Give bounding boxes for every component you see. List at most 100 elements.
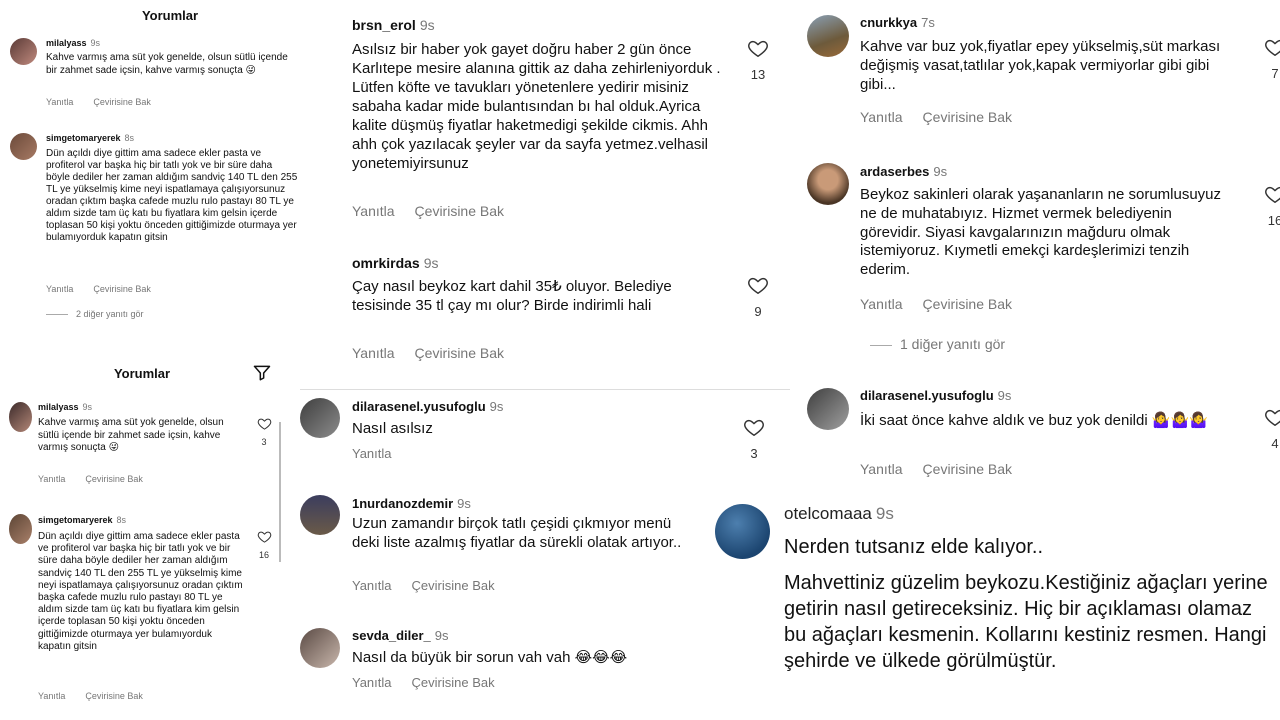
comment-username[interactable]: 1nurdanozdemir 9s [352, 496, 471, 511]
reply-button[interactable]: Yanıtla [352, 446, 392, 461]
like-button[interactable]: 13 [744, 37, 772, 82]
heart-icon[interactable] [257, 529, 272, 544]
reply-button[interactable]: Yanıtla [38, 691, 65, 701]
comment-username[interactable]: dilarasenel.yusufoglu 9s [352, 399, 503, 414]
reply-button[interactable]: Yanıtla [352, 345, 395, 361]
comment-actions: Yanıtla Çevirisine Bak [860, 296, 1032, 312]
comment-username[interactable]: dilarasenel.yusufoglu 9s [860, 388, 1011, 403]
comment-actions: Yanıtla [352, 446, 412, 461]
comment-text: Mahvettiniz güzelim beykozu.Kestiğiniz a… [784, 572, 1268, 672]
like-count: 4 [1271, 436, 1279, 451]
comment-text: Nerden tutsanız elde kalıyor.. [784, 536, 1044, 558]
reply-button[interactable]: Yanıtla [38, 474, 65, 484]
translate-button[interactable]: Çevirisine Bak [923, 109, 1012, 125]
heart-icon[interactable] [747, 37, 769, 59]
comment-text: Beykoz sakinleri olarak yaşananların ne … [860, 186, 1222, 278]
comment-text: Çay nasıl beykoz kart dahil 35₺ oluyor. … [352, 278, 672, 315]
panel-comments-f: otelcomaaa 9s Nerden tutsanız elde kalıyo… [700, 492, 1280, 720]
translate-button[interactable]: Çevirisine Bak [923, 296, 1012, 312]
like-button[interactable]: 16 [254, 529, 274, 560]
like-count: 13 [750, 67, 766, 82]
avatar[interactable] [807, 163, 849, 205]
avatar[interactable] [807, 15, 849, 57]
translate-button[interactable]: Çevirisine Bak [415, 203, 504, 219]
reply-button[interactable]: Yanıtla [860, 461, 903, 477]
translate-button[interactable]: Çevirisine Bak [923, 461, 1012, 477]
like-count: 16 [258, 550, 269, 560]
comment-username[interactable]: sevda_diler_ 9s [352, 628, 449, 643]
comment-username[interactable]: simgetomaryerek 8s [38, 515, 126, 525]
comment-username[interactable]: milalyass 9s [46, 38, 100, 48]
like-button[interactable]: 9 [744, 274, 772, 319]
heart-icon[interactable] [257, 416, 272, 431]
scrollbar[interactable] [279, 422, 281, 562]
translate-button[interactable]: Çevirisine Bak [93, 284, 151, 294]
like-count: 16 [1267, 213, 1280, 228]
translate-button[interactable]: Çevirisine Bak [93, 97, 151, 107]
reply-button[interactable]: Yanıtla [46, 97, 73, 107]
avatar[interactable] [10, 38, 37, 65]
translate-button[interactable]: Çevirisine Bak [412, 675, 495, 690]
avatar[interactable] [715, 504, 770, 559]
reply-button[interactable]: Yanıtla [352, 675, 392, 690]
reply-button[interactable]: Yanıtla [352, 578, 392, 593]
reply-button[interactable]: Yanıtla [860, 296, 903, 312]
comment-actions: Yanıtla Çevirisine Bak [38, 474, 163, 484]
comment-text: Kahve var buz yok,fiyatlar epey yükselmi… [860, 38, 1221, 94]
comment-text: Nasıl asılsız [352, 420, 433, 437]
like-button[interactable]: 16 [1261, 183, 1280, 228]
comment-actions: Yanıtla Çevirisine Bak [46, 97, 171, 107]
comments-header: Yorumlar [0, 358, 284, 388]
heart-icon[interactable] [1264, 183, 1280, 205]
panel-comments-e: cnurkkya 7s Kahve var buz yok,fiyatlar ep… [795, 0, 1280, 478]
panel-comments-b: Yorumlar milalyass 9s Kahve varmış ama sü… [0, 346, 284, 720]
comment-username[interactable]: cnurkkya 7s [860, 15, 935, 30]
reply-button[interactable]: Yanıtla [46, 284, 73, 294]
comment-username[interactable]: simgetomaryerek 8s [46, 133, 134, 143]
avatar[interactable] [807, 388, 849, 430]
like-count: 3 [750, 446, 758, 461]
reply-button[interactable]: Yanıtla [860, 109, 903, 125]
like-count: 3 [261, 437, 267, 447]
heart-icon[interactable] [1264, 406, 1280, 428]
header-title: Yorumlar [113, 365, 171, 381]
avatar[interactable] [9, 402, 32, 432]
comment-username[interactable]: brsn_erol 9s [352, 17, 435, 33]
like-count: 9 [754, 304, 762, 319]
comment-actions: Yanıtla Çevirisine Bak [352, 578, 515, 593]
view-more-replies[interactable]: 2 diğer yanıtı gör [46, 309, 144, 319]
like-button[interactable]: 7 [1261, 36, 1280, 81]
like-button[interactable]: 4 [1261, 406, 1280, 451]
translate-button[interactable]: Çevirisine Bak [85, 691, 143, 701]
translate-button[interactable]: Çevirisine Bak [85, 474, 143, 484]
comment-username[interactable]: ardaserbes 9s [860, 164, 947, 179]
panel-comments-a: Yorumlar milalyass 9s Kahve varmış ama sü… [0, 0, 340, 340]
comment-username[interactable]: milalyass 9s [38, 402, 92, 412]
comment-username[interactable]: otelcomaaa 9s [784, 504, 894, 524]
filter-icon[interactable] [252, 363, 272, 383]
comment-text: Uzun zamandır birçok tatlı çeşidi çıkmıy… [352, 515, 682, 551]
comment-actions: Yanıtla Çevirisine Bak [46, 284, 171, 294]
translate-button[interactable]: Çevirisine Bak [412, 578, 495, 593]
comment-text: Nasıl da büyük bir sorun vah vah 😂😂😂 [352, 649, 628, 666]
avatar[interactable] [300, 628, 340, 668]
comment-actions: Yanıtla Çevirisine Bak [860, 109, 1032, 125]
reply-button[interactable]: Yanıtla [352, 203, 395, 219]
heart-icon[interactable] [743, 416, 765, 438]
avatar[interactable] [300, 495, 340, 535]
comment-text: İki saat önce kahve aldık ve buz yok den… [860, 412, 1208, 429]
translate-button[interactable]: Çevirisine Bak [415, 345, 504, 361]
comment-username[interactable]: omrkirdas 9s [352, 255, 439, 271]
comment-actions: Yanıtla Çevirisine Bak [860, 461, 1032, 477]
like-button[interactable]: 3 [254, 416, 274, 447]
like-button[interactable]: 3 [740, 416, 768, 461]
comment-actions: Yanıtla Çevirisine Bak [352, 345, 524, 361]
view-more-replies[interactable]: 1 diğer yanıtı gör [870, 336, 1005, 352]
avatar[interactable] [10, 133, 37, 160]
avatar[interactable] [9, 514, 32, 544]
heart-icon[interactable] [747, 274, 769, 296]
divider [300, 389, 790, 390]
avatar[interactable] [300, 398, 340, 438]
comments-header: Yorumlar [0, 0, 340, 30]
heart-icon[interactable] [1264, 36, 1280, 58]
